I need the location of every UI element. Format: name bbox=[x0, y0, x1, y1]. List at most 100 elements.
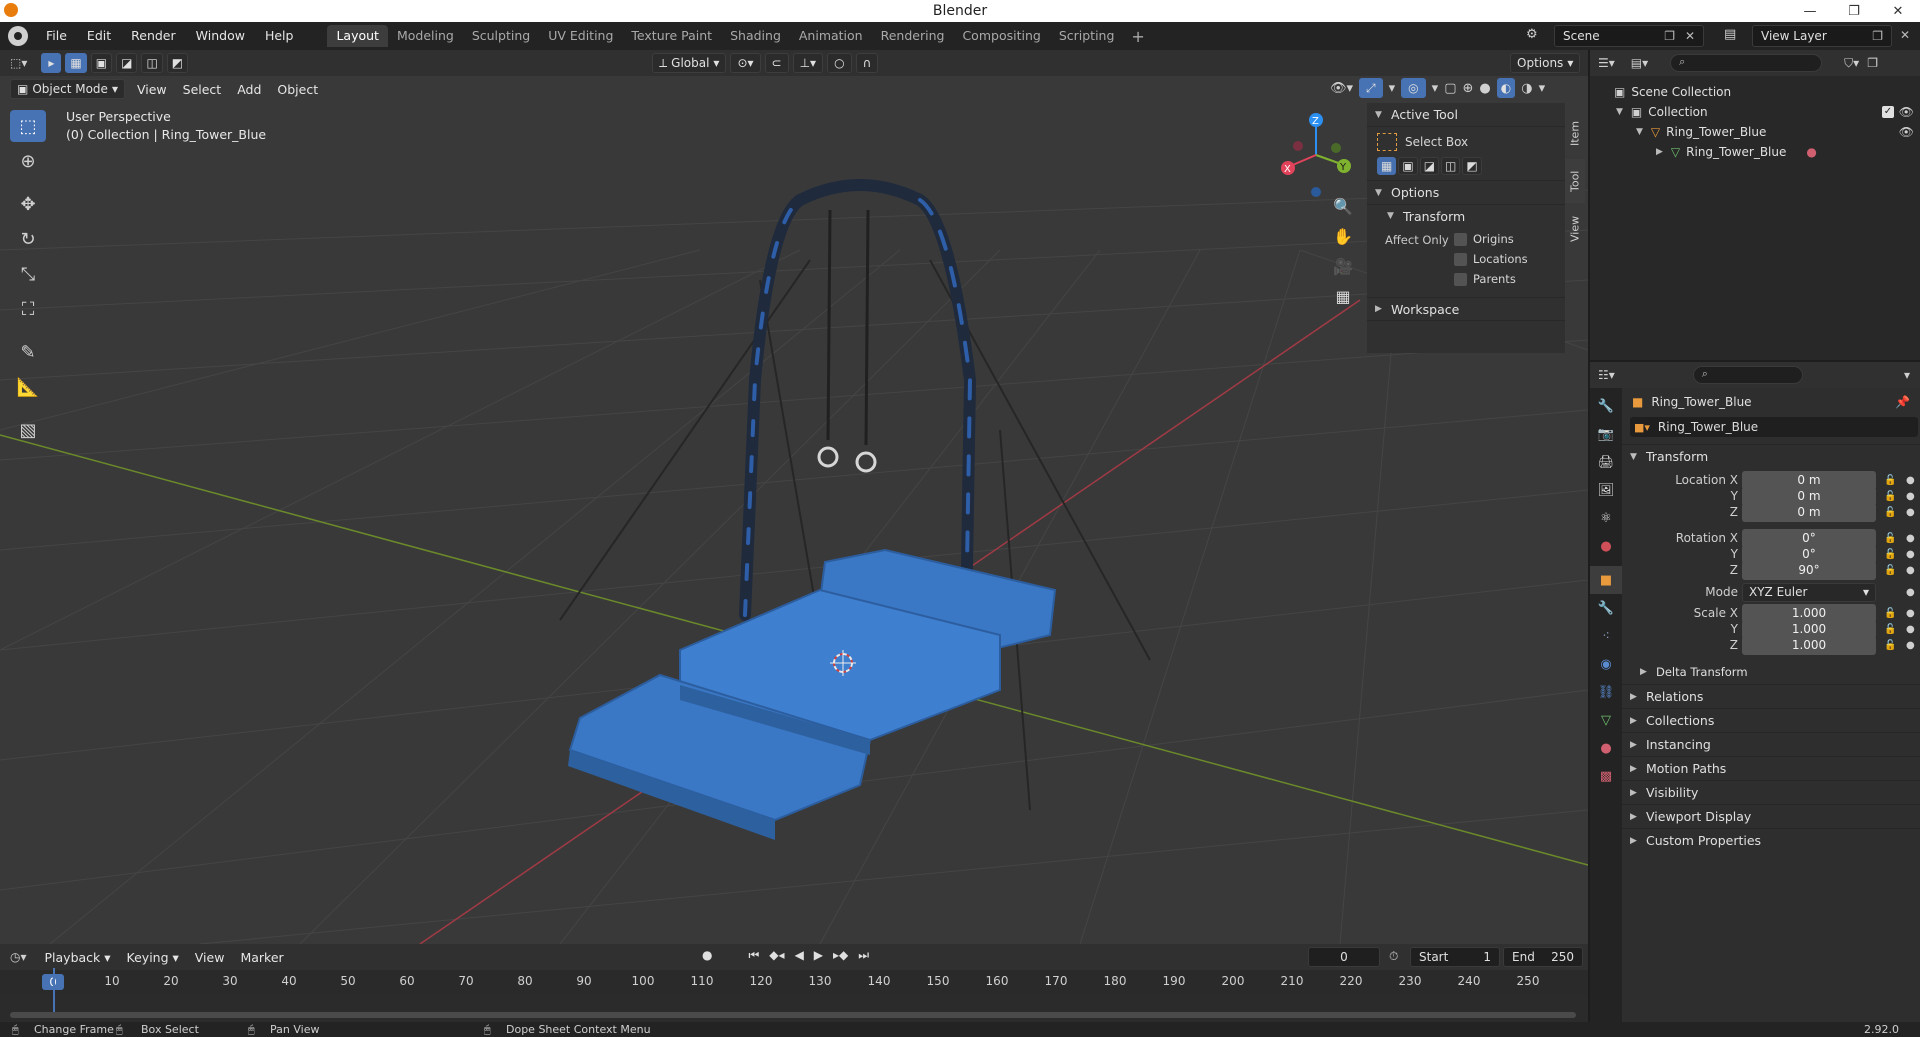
properties-search-input[interactable]: ⌕ bbox=[1692, 366, 1803, 384]
menu-edit[interactable]: Edit bbox=[77, 22, 121, 50]
pan-view-hand-icon[interactable]: ✋ bbox=[1329, 222, 1357, 250]
jump-keyframe-forward-icon[interactable]: ▸◆ bbox=[833, 948, 848, 963]
xray-toggle-icon[interactable]: ▢ bbox=[1444, 81, 1456, 96]
new-scene-icon[interactable]: ❐ bbox=[1664, 29, 1675, 43]
delete-scene-icon[interactable]: ✕ bbox=[1685, 29, 1695, 43]
lock-icon[interactable]: 🔓 bbox=[1884, 608, 1896, 619]
rotation-mode-dropdown[interactable]: XYZ Euler ▾ bbox=[1742, 582, 1876, 602]
tab-animation[interactable]: Animation bbox=[790, 25, 872, 47]
gizmo-toggle[interactable]: ⤢ bbox=[1359, 78, 1383, 98]
lock-icon[interactable]: 🔓 bbox=[1884, 640, 1896, 651]
editor-type-icon[interactable]: ⬚▾ bbox=[10, 56, 27, 70]
measure-tool-icon[interactable]: 📐 bbox=[10, 371, 46, 403]
material-preview-shading-icon[interactable]: ◐ bbox=[1496, 78, 1516, 98]
menu-help[interactable]: Help bbox=[255, 22, 304, 50]
mode-new-icon[interactable]: ▦ bbox=[1377, 157, 1397, 175]
camera-view-icon[interactable]: 🎥 bbox=[1329, 252, 1357, 280]
lock-icon[interactable]: 🔓 bbox=[1884, 624, 1896, 635]
rotation-z-field[interactable]: 90° bbox=[1742, 560, 1876, 580]
relations-section-header[interactable]: ▶ Relations bbox=[1622, 684, 1920, 708]
render-tab-icon[interactable]: 📷 bbox=[1590, 420, 1622, 448]
tab-item[interactable]: Item bbox=[1565, 111, 1585, 155]
material-icon[interactable]: ● bbox=[1806, 145, 1816, 159]
constraints-tab-icon[interactable]: ⛓ bbox=[1590, 678, 1622, 706]
pin-icon[interactable]: 📌 bbox=[1895, 395, 1910, 409]
menu-keying[interactable]: Keying ▾ bbox=[119, 950, 187, 965]
chevron-down-icon[interactable]: ▾ bbox=[1539, 81, 1546, 96]
lock-icon[interactable]: 🔓 bbox=[1884, 565, 1896, 576]
jump-end-icon[interactable]: ⏭ bbox=[858, 948, 869, 963]
visibility-eye-icon[interactable]: 👁▾ bbox=[1330, 81, 1353, 96]
transform-section-header[interactable]: ▼ Transform bbox=[1622, 444, 1920, 468]
tab-scripting[interactable]: Scripting bbox=[1050, 25, 1124, 47]
falloff-dropdown[interactable]: ∩ bbox=[855, 53, 879, 73]
visibility-eye-icon[interactable]: 👁 bbox=[1899, 105, 1914, 119]
tab-tool[interactable]: Tool bbox=[1565, 159, 1585, 203]
mode-extend-icon[interactable]: ▣ bbox=[1398, 157, 1418, 175]
end-frame-field[interactable]: End 250 bbox=[1503, 947, 1583, 967]
location-z-field[interactable]: 0 m bbox=[1742, 502, 1876, 522]
current-frame-field[interactable]: 0 bbox=[1308, 947, 1380, 967]
world-tab-icon[interactable]: ● bbox=[1590, 532, 1622, 560]
view-layer-tab-icon[interactable]: 🖼 bbox=[1590, 476, 1622, 504]
timeline-frame-ruler[interactable]: 0102030405060708090100110120130140150160… bbox=[0, 970, 1588, 994]
scene-selector[interactable]: Scene ❐ ✕ bbox=[1554, 25, 1704, 47]
motion-paths-section-header[interactable]: ▶ Motion Paths bbox=[1622, 756, 1920, 780]
workspace-header[interactable]: ▶ Workspace bbox=[1367, 297, 1565, 321]
select-mode-button[interactable]: ▸ bbox=[41, 53, 62, 73]
select-intersect-icon[interactable]: ◩ bbox=[166, 53, 189, 73]
lock-icon[interactable]: 🔓 bbox=[1884, 491, 1896, 502]
mode-subtract-icon[interactable]: ◪ bbox=[1419, 157, 1440, 175]
keyframe-dot-icon[interactable]: ● bbox=[1906, 565, 1915, 576]
tab-modeling[interactable]: Modeling bbox=[388, 25, 463, 47]
scale-z-field[interactable]: 1.000 bbox=[1742, 635, 1876, 655]
object-name-field[interactable]: ■▾ Ring_Tower_Blue bbox=[1630, 417, 1918, 437]
collections-section-header[interactable]: ▶ Collections bbox=[1622, 708, 1920, 732]
object-tab-icon[interactable]: ■ bbox=[1590, 566, 1622, 594]
close-button[interactable]: ✕ bbox=[1876, 0, 1920, 22]
chevron-down-icon[interactable]: ▾ bbox=[1389, 81, 1396, 96]
menu-timeline-view[interactable]: View bbox=[187, 950, 233, 965]
proportional-edit-toggle[interactable]: ○ bbox=[827, 53, 852, 73]
tab-compositing[interactable]: Compositing bbox=[953, 25, 1049, 47]
select-extend-icon[interactable]: ▣ bbox=[90, 53, 113, 73]
start-frame-field[interactable]: Start 1 bbox=[1410, 947, 1500, 967]
tab-shading[interactable]: Shading bbox=[721, 25, 790, 47]
keyframe-dot-icon[interactable]: ● bbox=[1906, 533, 1915, 544]
navigation-gizmo[interactable]: Z Y X bbox=[1276, 110, 1356, 200]
object-datablock-icon[interactable]: ■▾ bbox=[1634, 421, 1650, 434]
wireframe-shading-icon[interactable]: ⊕ bbox=[1462, 81, 1473, 96]
filter-icon[interactable]: ⛉▾ bbox=[1844, 56, 1859, 71]
delta-transform-header[interactable]: ▶ Delta Transform bbox=[1622, 660, 1920, 684]
lock-icon[interactable]: 🔓 bbox=[1884, 507, 1896, 518]
material-tab-icon[interactable]: ● bbox=[1590, 734, 1622, 762]
select-subtract-icon[interactable]: ◪ bbox=[116, 53, 138, 73]
restore-button[interactable]: ❐ bbox=[1832, 0, 1876, 22]
play-reverse-icon[interactable]: ◀ bbox=[795, 948, 804, 963]
keyframe-dot-icon[interactable]: ● bbox=[1906, 507, 1915, 518]
keyframe-dot-icon[interactable]: ● bbox=[1906, 608, 1915, 619]
keyframe-dot-icon[interactable]: ● bbox=[1906, 491, 1915, 502]
modifier-tab-icon[interactable]: 🔧 bbox=[1590, 594, 1622, 622]
tab-layout[interactable]: Layout bbox=[327, 25, 388, 47]
add-workspace-icon[interactable]: + bbox=[1123, 27, 1152, 46]
cursor-tool-icon[interactable]: ⊕ bbox=[10, 145, 46, 177]
transform-tool-icon[interactable]: ⛶ bbox=[10, 293, 46, 325]
options-dropdown[interactable]: Options ▾ bbox=[1510, 53, 1581, 73]
outliner-editor-type-icon[interactable]: ☰▾ bbox=[1598, 56, 1615, 70]
tab-uv-editing[interactable]: UV Editing bbox=[539, 25, 622, 47]
rendered-shading-icon[interactable]: ◑ bbox=[1521, 81, 1532, 96]
remove-view-layer-icon[interactable]: ✕ bbox=[1900, 28, 1910, 42]
output-tab-icon[interactable]: 🖨 bbox=[1590, 448, 1622, 476]
auto-keying-record-icon[interactable]: ● bbox=[702, 948, 712, 963]
preview-range-clock-icon[interactable]: ⏱ bbox=[1389, 949, 1398, 964]
orientation-dropdown[interactable]: ⟂ Global ▾ bbox=[652, 53, 727, 73]
expand-arrow-icon[interactable]: ▼ bbox=[1636, 127, 1643, 137]
timeline-scrollbar[interactable] bbox=[10, 1012, 1576, 1018]
tab-sculpting[interactable]: Sculpting bbox=[463, 25, 539, 47]
chevron-down-icon[interactable]: ▾ bbox=[1904, 368, 1910, 382]
texture-tab-icon[interactable]: ▩ bbox=[1590, 762, 1622, 790]
display-mode-icon[interactable]: ▤▾ bbox=[1631, 56, 1648, 70]
annotate-tool-icon[interactable]: ✎ bbox=[10, 336, 46, 368]
new-view-layer-icon[interactable]: ❐ bbox=[1872, 29, 1883, 43]
